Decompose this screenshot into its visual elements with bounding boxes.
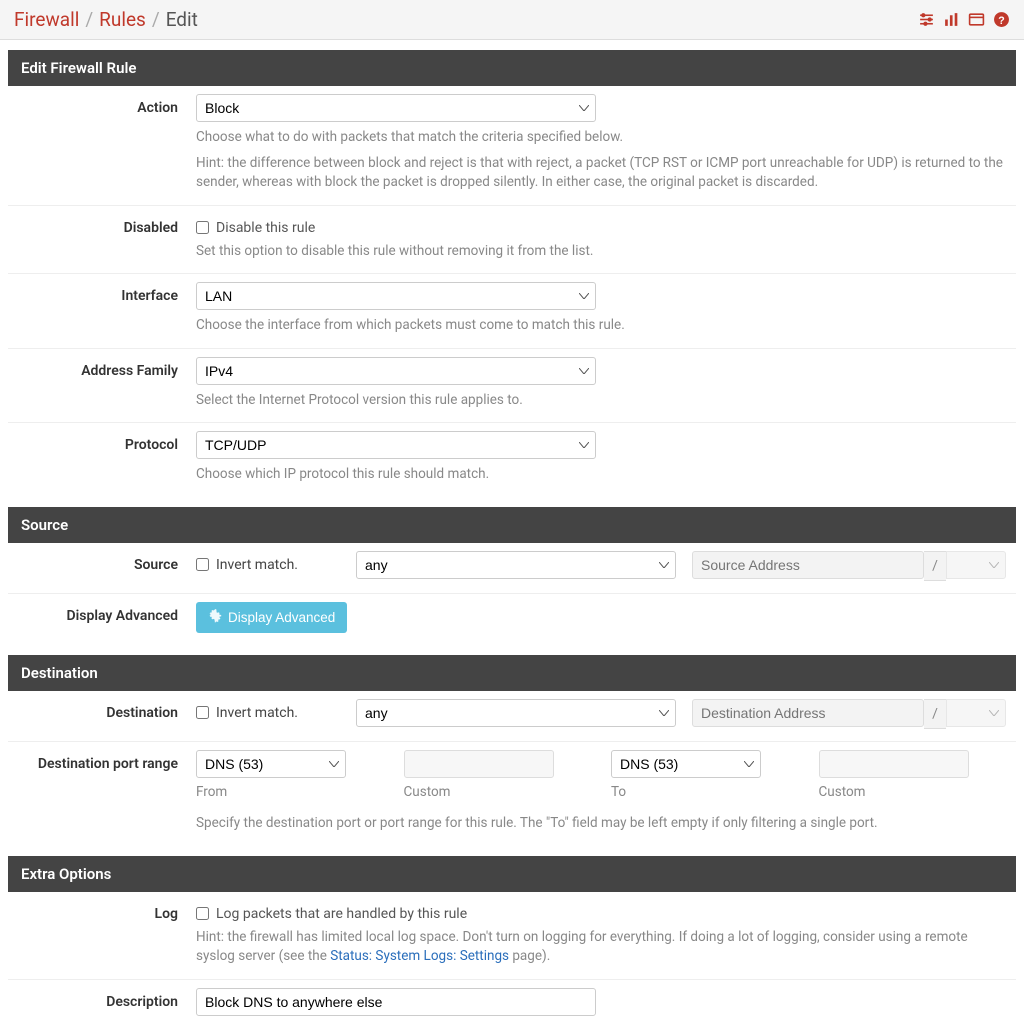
destination-mask-select[interactable]: [946, 699, 1006, 727]
row-source: Source Invert match. any /: [8, 543, 1016, 594]
breadcrumb-firewall[interactable]: Firewall: [14, 8, 79, 31]
help-icon[interactable]: ?: [993, 11, 1010, 28]
syslog-settings-link[interactable]: Status: System Logs: Settings: [330, 948, 509, 964]
description-input[interactable]: [196, 988, 596, 1016]
address-family-select[interactable]: IPv4: [196, 357, 596, 385]
disabled-checkbox[interactable]: [196, 221, 209, 234]
source-type-select[interactable]: any: [356, 551, 676, 579]
disabled-checkbox-label: Disable this rule: [216, 220, 315, 236]
log-checkbox-label: Log packets that are handled by this rul…: [216, 906, 467, 922]
panel-destination: Destination Destination Invert match. an…: [8, 655, 1016, 846]
help-text: Choose what to do with packets that matc…: [196, 128, 1006, 148]
breadcrumb: Firewall / Rules / Edit: [14, 8, 198, 31]
panel-title: Extra Options: [8, 856, 1016, 892]
label-protocol: Protocol: [18, 431, 178, 485]
bar-chart-icon[interactable]: [943, 11, 960, 28]
label-log: Log: [18, 900, 178, 967]
label-address-family: Address Family: [18, 357, 178, 411]
port-from-custom-input[interactable]: [404, 750, 554, 778]
panel-source: Source Source Invert match. any / Displa…: [8, 507, 1016, 645]
destination-invert-checkbox[interactable]: [196, 706, 209, 719]
breadcrumb-rules[interactable]: Rules: [99, 8, 146, 31]
label-display-advanced: Display Advanced: [18, 602, 178, 633]
panel-edit-firewall-rule: Edit Firewall Rule Action Block Choose w…: [8, 50, 1016, 497]
destination-invert-label: Invert match.: [216, 705, 298, 721]
help-text: Specify the destination port or port ran…: [196, 814, 1006, 834]
source-address-input[interactable]: [692, 551, 924, 579]
label-action: Action: [18, 94, 178, 193]
port-to-label: To: [611, 784, 799, 800]
label-disabled: Disabled: [18, 214, 178, 262]
row-address-family: Address Family IPv4 Select the Internet …: [8, 349, 1016, 424]
row-display-advanced: Display Advanced Display Advanced: [8, 594, 1016, 645]
display-advanced-button-label: Display Advanced: [228, 610, 335, 625]
row-destination-port-range: Destination port range DNS (53) From Cus…: [8, 742, 1016, 846]
port-from-label: From: [196, 784, 384, 800]
interface-select[interactable]: LAN: [196, 282, 596, 310]
panel-title: Source: [8, 507, 1016, 543]
source-invert-label: Invert match.: [216, 557, 298, 573]
breadcrumb-sep: /: [85, 8, 93, 31]
port-to-custom-label: Custom: [819, 784, 1007, 800]
help-text: Select the Internet Protocol version thi…: [196, 391, 1006, 411]
panel-title: Destination: [8, 655, 1016, 691]
help-text: Hint: the difference between block and r…: [196, 154, 1006, 193]
display-advanced-button[interactable]: Display Advanced: [196, 602, 347, 633]
log-viewer-icon[interactable]: [968, 11, 985, 28]
destination-type-select[interactable]: any: [356, 699, 676, 727]
page-actions: ?: [918, 11, 1010, 28]
help-text: Choose which IP protocol this rule shoul…: [196, 465, 1006, 485]
source-invert-checkbox[interactable]: [196, 558, 209, 571]
settings-sliders-icon[interactable]: [918, 11, 935, 28]
label-description: Description: [18, 988, 178, 1016]
breadcrumb-edit: Edit: [166, 8, 198, 31]
source-mask-select[interactable]: [946, 551, 1006, 579]
breadcrumb-sep: /: [152, 8, 160, 31]
svg-text:?: ?: [998, 15, 1004, 27]
mask-separator: /: [924, 699, 946, 729]
port-from-custom-label: Custom: [404, 784, 592, 800]
panel-title: Edit Firewall Rule: [8, 50, 1016, 86]
mask-separator: /: [924, 551, 946, 581]
help-text: Hint: the firewall has limited local log…: [196, 928, 1006, 967]
label-destination: Destination: [18, 699, 178, 729]
action-select[interactable]: Block: [196, 94, 596, 122]
row-action: Action Block Choose what to do with pack…: [8, 86, 1016, 206]
port-from-select[interactable]: DNS (53): [196, 750, 346, 778]
row-description: Description: [8, 980, 1016, 1028]
help-text: Set this option to disable this rule wit…: [196, 242, 1006, 262]
row-interface: Interface LAN Choose the interface from …: [8, 274, 1016, 349]
row-protocol: Protocol TCP/UDP Choose which IP protoco…: [8, 423, 1016, 497]
port-to-select[interactable]: DNS (53): [611, 750, 761, 778]
log-checkbox[interactable]: [196, 907, 209, 920]
port-to-custom-input[interactable]: [819, 750, 969, 778]
row-disabled: Disabled Disable this rule Set this opti…: [8, 206, 1016, 275]
destination-address-input[interactable]: [692, 699, 924, 727]
label-source: Source: [18, 551, 178, 581]
panel-extra-options: Extra Options Log Log packets that are h…: [8, 856, 1016, 1028]
gear-icon: [208, 609, 222, 626]
label-destination-port-range: Destination port range: [18, 750, 178, 834]
protocol-select[interactable]: TCP/UDP: [196, 431, 596, 459]
help-text: Choose the interface from which packets …: [196, 316, 1006, 336]
row-log: Log Log packets that are handled by this…: [8, 892, 1016, 980]
label-interface: Interface: [18, 282, 178, 336]
row-destination: Destination Invert match. any /: [8, 691, 1016, 742]
page-header: Firewall / Rules / Edit ?: [0, 0, 1024, 40]
